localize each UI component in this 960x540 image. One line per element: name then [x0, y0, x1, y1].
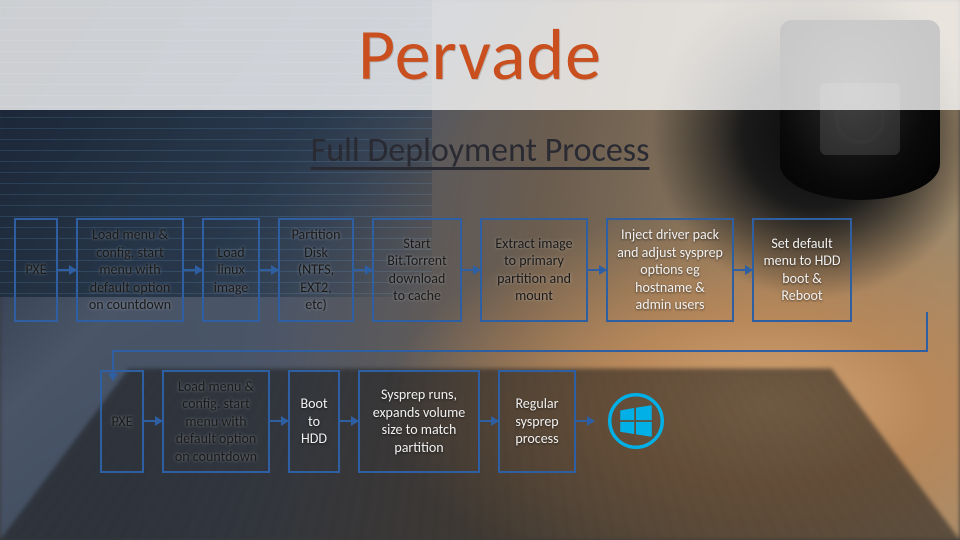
step-pxe-1: PXE [14, 218, 58, 322]
arrow-icon [184, 269, 202, 271]
arrow-icon [462, 269, 480, 271]
page-subtitle: Full Deployment Process [0, 130, 960, 171]
arrow-icon [144, 420, 162, 422]
step-sysprep-run: Sysprep runs, expands volume size to mat… [358, 370, 480, 474]
connector-arrow-down-icon [112, 350, 114, 380]
arrow-icon [270, 420, 288, 422]
flow-row-2: PXE Load menu & config, start menu with … [100, 370, 946, 474]
windows-logo-icon [608, 393, 664, 449]
page-title: Pervade [358, 11, 602, 99]
connector-line [112, 350, 928, 352]
step-pxe-2: PXE [100, 370, 144, 474]
flow-row-1: PXE Load menu & config, start menu with … [14, 218, 946, 322]
step-inject: Inject driver pack and adjust sysprep op… [606, 218, 734, 322]
step-regular-sysprep: Regular sysprep process [498, 370, 576, 474]
arrow-icon [576, 420, 594, 422]
arrow-icon [480, 420, 498, 422]
arrow-icon [588, 269, 606, 271]
step-load-menu-1: Load menu & config, start menu with defa… [76, 218, 184, 322]
arrow-icon [260, 269, 278, 271]
step-load-menu-2: Load menu & config, start menu with defa… [162, 370, 270, 474]
arrow-icon [58, 269, 76, 271]
arrow-icon [340, 420, 358, 422]
arrow-icon [734, 269, 752, 271]
step-load-linux: Load linux image [202, 218, 260, 322]
connector-line [926, 312, 928, 352]
flow-diagram: PXE Load menu & config, start menu with … [14, 218, 946, 473]
step-bittorrent: Start Bit.Torrent download to cache [372, 218, 462, 322]
arrow-icon [354, 269, 372, 271]
step-boot-hdd: Boot to HDD [288, 370, 340, 474]
title-band: Pervade [0, 0, 960, 110]
step-partition: Partition Disk (NTFS, EXT2, etc) [278, 218, 354, 322]
step-set-default: Set default menu to HDD boot & Reboot [752, 218, 852, 322]
step-extract: Extract image to primary partition and m… [480, 218, 588, 322]
